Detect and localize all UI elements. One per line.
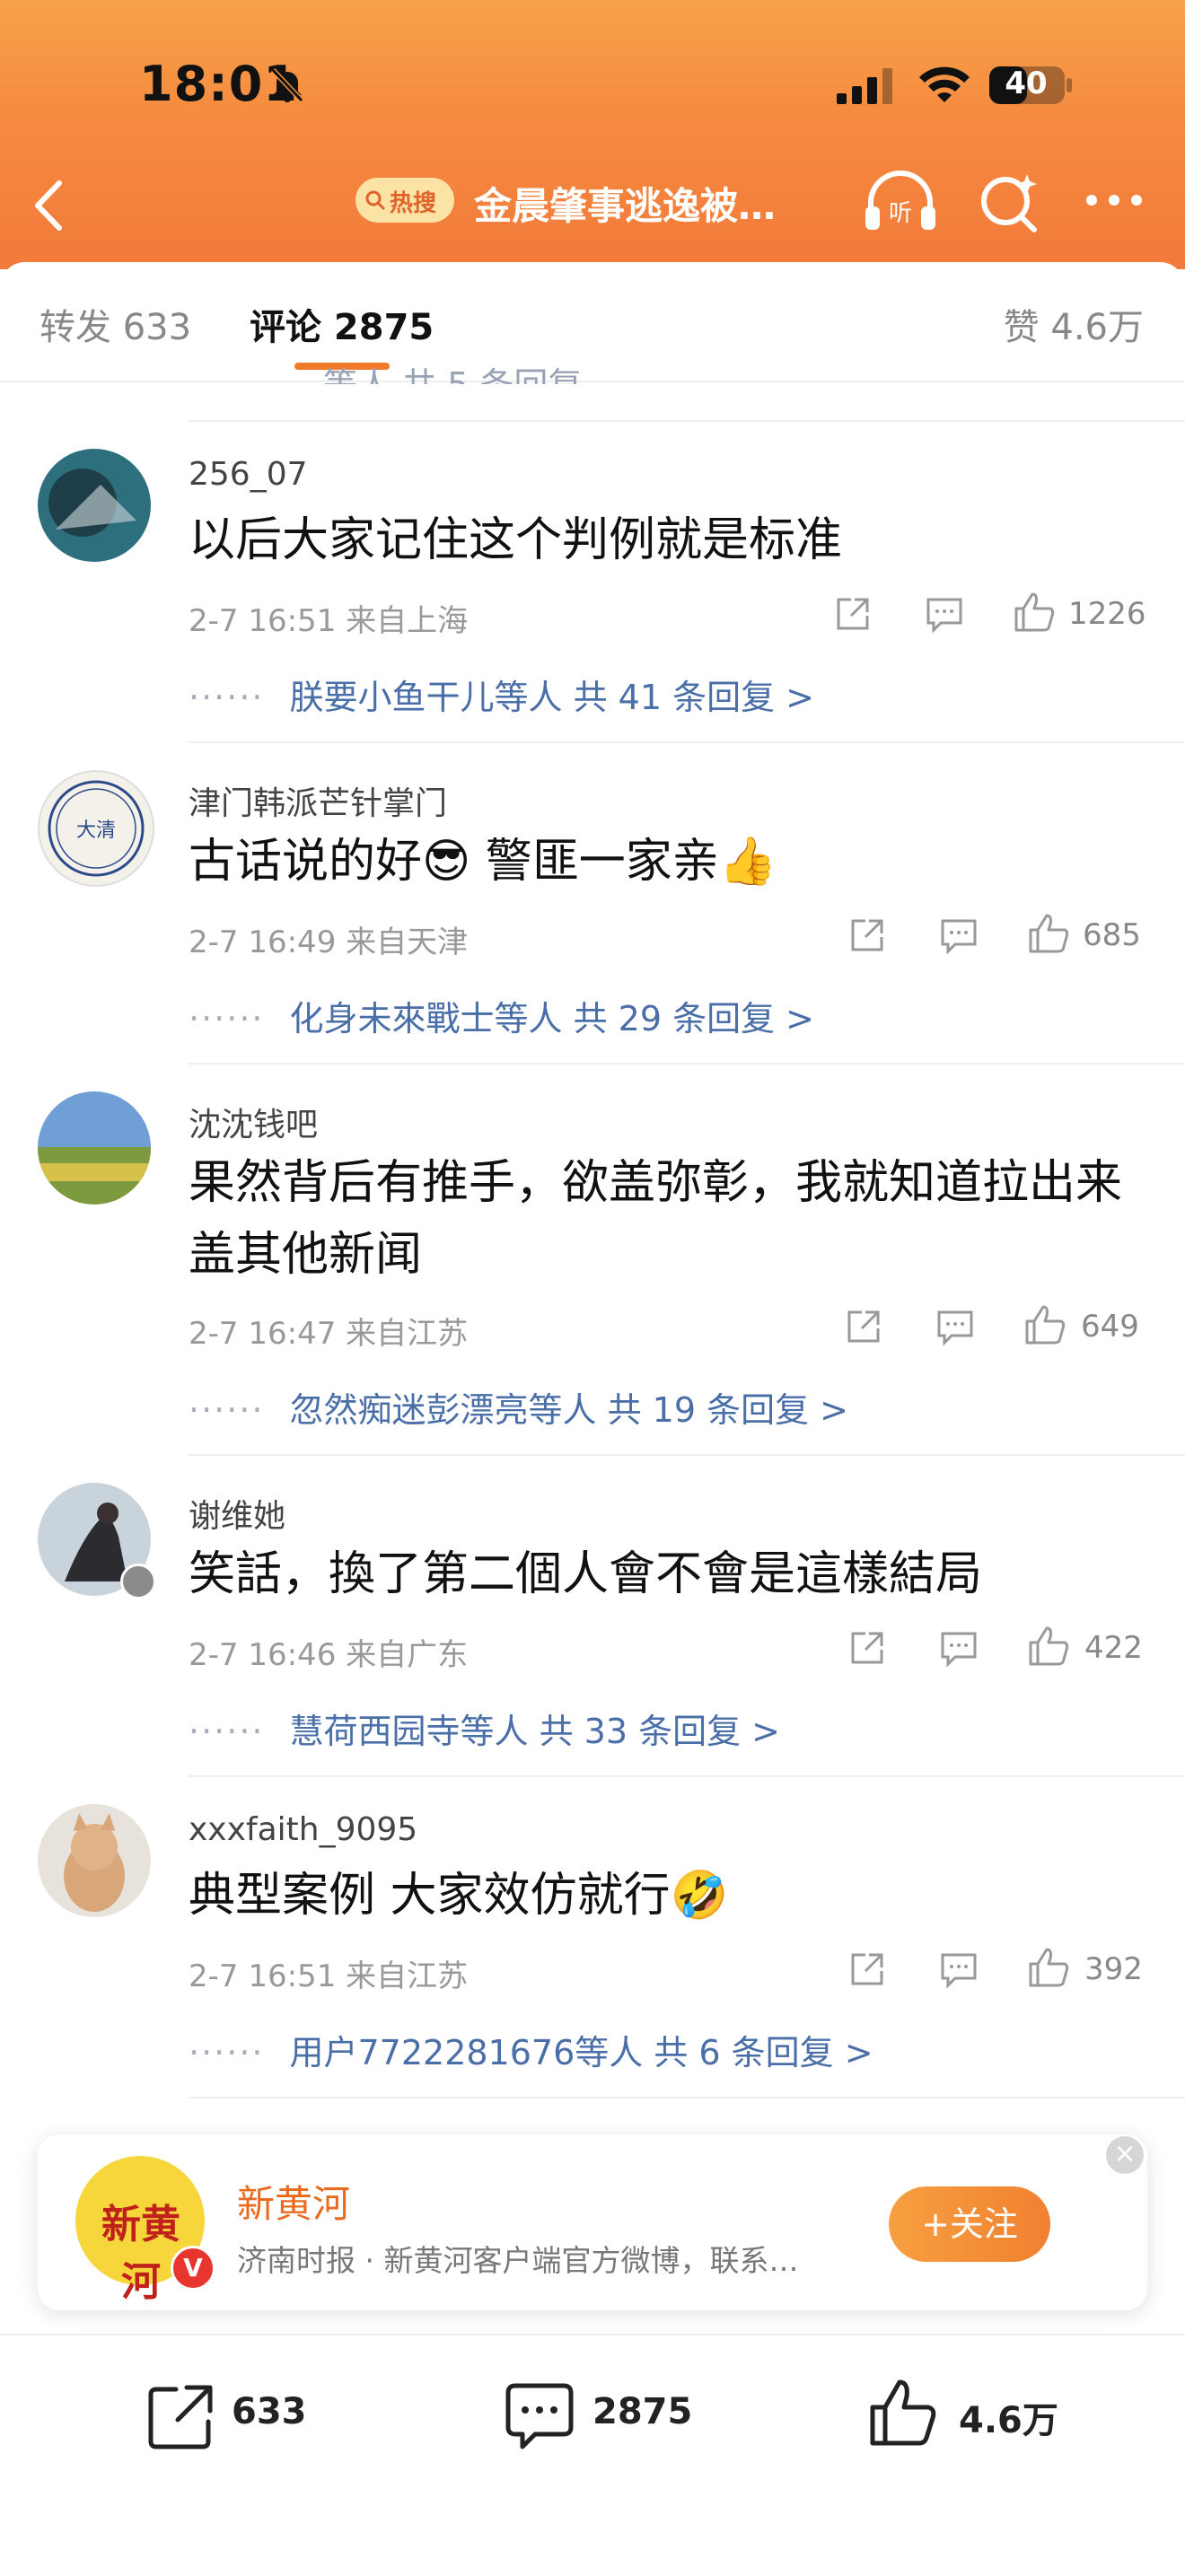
- username[interactable]: 256_07: [189, 456, 308, 493]
- bell-muted-icon: [270, 67, 304, 103]
- avatar[interactable]: [38, 449, 151, 562]
- divider: [189, 1454, 1185, 1456]
- headphones-icon[interactable]: 听: [862, 167, 939, 235]
- hot-badge-label: 热搜: [390, 190, 437, 217]
- comment-text: 古话说的好😎 警匪一家亲👍: [189, 835, 777, 889]
- comment-meta: 2-7 16:47 来自江苏: [189, 1316, 469, 1352]
- tab-likes[interactable]: 赞 4.6万: [1004, 298, 1144, 350]
- reply-summary-text: 慧荷西园寺等人 共 33 条回复 >: [289, 1712, 780, 1751]
- comment-meta: 2-7 16:49 来自天津: [189, 924, 469, 960]
- username[interactable]: 津门韩派芒针掌门: [189, 777, 447, 824]
- username[interactable]: 谢维她: [189, 1490, 285, 1537]
- comment-icon[interactable]: [935, 1307, 975, 1346]
- comment-text: 典型案例 大家效仿就行🤣: [189, 1869, 729, 1923]
- comment-meta: 2-7 16:51 来自上海: [189, 603, 469, 639]
- status-bar: 18:01 40: [0, 0, 1185, 171]
- avatar[interactable]: [38, 1804, 151, 1917]
- comment-icon[interactable]: [925, 594, 964, 634]
- follow-button[interactable]: +关注: [889, 2186, 1050, 2262]
- bottom-action-bar: [0, 2334, 1185, 2576]
- close-icon[interactable]: ×: [1106, 2136, 1144, 2174]
- divider: [189, 420, 1185, 422]
- comment-icon[interactable]: [503, 2380, 576, 2452]
- comment-count[interactable]: 2875: [592, 2391, 692, 2432]
- reply-summary-text: 忽然痴迷彭漂亮等人 共 19 条回复 >: [289, 1390, 848, 1430]
- reply-summary[interactable]: ······ 化身未來戰士等人 共 29 条回复 >: [189, 991, 814, 1040]
- tab-comments[interactable]: 评论 2875: [250, 298, 434, 350]
- divider: [189, 1063, 1185, 1065]
- partial-reply-line: …………等人 共 5 条回复: [187, 357, 582, 384]
- comment-icon[interactable]: [939, 1628, 979, 1668]
- search-icon: [365, 190, 386, 211]
- back-icon[interactable]: [27, 174, 72, 237]
- reply-summary[interactable]: ······ 用户7722281676等人 共 6 条回复 >: [189, 2025, 873, 2074]
- reply-summary[interactable]: ······ 慧荷西园寺等人 共 33 条回复 >: [189, 1704, 780, 1753]
- tab-repost[interactable]: 转发 633: [40, 298, 191, 350]
- reply-summary-text: 用户7722281676等人 共 6 条回复 >: [289, 2033, 873, 2072]
- like-total[interactable]: 4.6万: [959, 2391, 1058, 2443]
- divider: [189, 741, 1185, 743]
- like-count: 422: [1084, 1630, 1143, 1666]
- like-icon[interactable]: [1023, 1303, 1066, 1346]
- like-icon[interactable]: [867, 2377, 939, 2449]
- divider: [189, 1775, 1185, 1777]
- account-name[interactable]: 新黄河: [237, 2174, 350, 2229]
- like-count: 392: [1084, 1951, 1143, 1987]
- verified-badge: [120, 1564, 156, 1599]
- svg-text:听: 听: [889, 200, 912, 227]
- ai-search-icon[interactable]: [975, 169, 1043, 237]
- like-icon[interactable]: [1027, 1946, 1070, 1989]
- like-count: 649: [1081, 1309, 1139, 1345]
- more-icon[interactable]: [1083, 187, 1146, 214]
- topic-title[interactable]: 金晨肇事逃逸被…: [474, 176, 776, 231]
- comment-text: 果然背后有推手，欲盖弥彰，我就知道拉出来盖其他新闻: [189, 1156, 1123, 1282]
- avatar[interactable]: 大清: [38, 770, 154, 887]
- comment-text: 笑話，換了第二個人會不會是這樣結局: [189, 1547, 983, 1601]
- share-icon[interactable]: [847, 916, 887, 955]
- share-icon[interactable]: [847, 1950, 887, 1989]
- like-icon[interactable]: [1027, 912, 1070, 955]
- like-icon[interactable]: [1013, 591, 1056, 634]
- repost-icon[interactable]: [145, 2380, 217, 2452]
- username[interactable]: 沈沈钱吧: [189, 1099, 318, 1145]
- account-description: 济南时报 · 新黄河客户端官方微博，联系…: [237, 2243, 799, 2278]
- comment-text: 以后大家记住这个判例就是标准: [189, 513, 843, 567]
- comment-icon[interactable]: [939, 1950, 979, 1989]
- battery-level: 40: [1005, 66, 1048, 101]
- repost-count[interactable]: 633: [232, 2391, 307, 2432]
- share-icon[interactable]: [844, 1307, 883, 1346]
- divider: [189, 2097, 1185, 2098]
- signal-icon: [837, 68, 892, 104]
- reply-summary-text: 化身未來戰士等人 共 29 条回复 >: [289, 999, 814, 1038]
- comment-meta: 2-7 16:46 来自广东: [189, 1637, 469, 1673]
- verified-v-icon: V: [171, 2246, 215, 2291]
- share-icon[interactable]: [847, 1628, 887, 1668]
- share-icon[interactable]: [833, 594, 873, 634]
- avatar[interactable]: [38, 1091, 151, 1205]
- like-count: 685: [1083, 917, 1141, 953]
- reply-summary[interactable]: ······ 朕要小鱼干儿等人 共 41 条回复 >: [189, 670, 814, 719]
- wifi-icon: [919, 66, 970, 102]
- username[interactable]: xxxfaith_9095: [189, 1811, 417, 1848]
- svg-text:大清: 大清: [76, 819, 116, 842]
- reply-summary-text: 朕要小鱼干儿等人 共 41 条回复 >: [289, 678, 814, 717]
- reply-summary[interactable]: ······ 忽然痴迷彭漂亮等人 共 19 条回复 >: [189, 1382, 848, 1432]
- comment-meta: 2-7 16:51 来自江苏: [189, 1958, 469, 1994]
- like-count: 1226: [1068, 596, 1146, 632]
- like-icon[interactable]: [1027, 1625, 1070, 1668]
- comment-icon[interactable]: [939, 916, 979, 955]
